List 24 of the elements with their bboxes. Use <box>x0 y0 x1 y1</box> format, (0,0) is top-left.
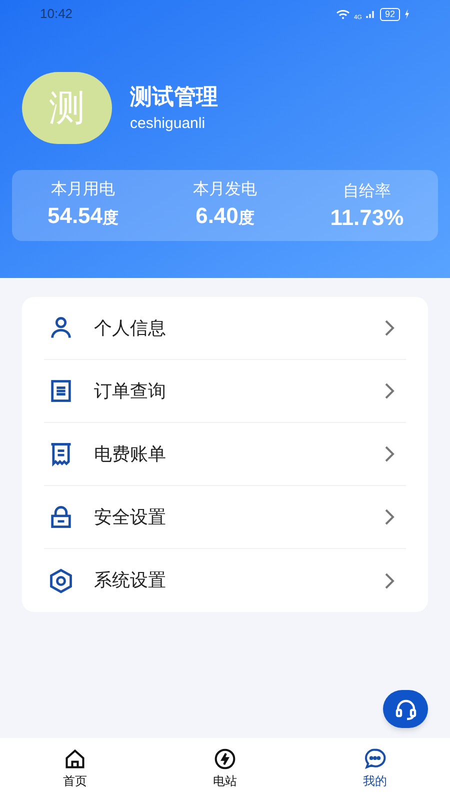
user-id: ceshiguanli <box>130 114 206 134</box>
menu-item[interactable]: 订单查询 <box>44 360 406 423</box>
menu-label: 电费账单 <box>94 442 167 466</box>
stat-value: 6.40度 <box>196 202 254 230</box>
battery-level: 92 <box>380 8 400 20</box>
menu-label: 个人信息 <box>94 316 167 340</box>
stat-value: 11.73% <box>330 204 404 232</box>
stat-label: 本月用电 <box>51 180 115 200</box>
menu-item[interactable]: 个人信息 <box>44 297 406 360</box>
menu-label: 系统设置 <box>94 569 167 592</box>
avatar: 测 <box>22 72 112 144</box>
tab[interactable]: 首页 <box>0 738 150 800</box>
menu-item[interactable]: 电费账单 <box>44 423 406 486</box>
menu-label: 订单查询 <box>94 380 167 402</box>
stat-value: 54.54度 <box>47 202 119 230</box>
user-name: 测试管理 <box>130 83 218 112</box>
tab[interactable]: 我的 <box>300 738 450 800</box>
stat-label: 本月发电 <box>193 180 257 200</box>
menu-item[interactable]: 系统设置 <box>44 549 406 612</box>
status-time: 10:42 <box>40 5 73 24</box>
menu-label: 安全设置 <box>94 506 167 528</box>
menu-item[interactable]: 安全设置 <box>44 486 406 549</box>
stat-label: 自给率 <box>343 182 391 202</box>
tab[interactable]: 电站 <box>150 738 300 800</box>
